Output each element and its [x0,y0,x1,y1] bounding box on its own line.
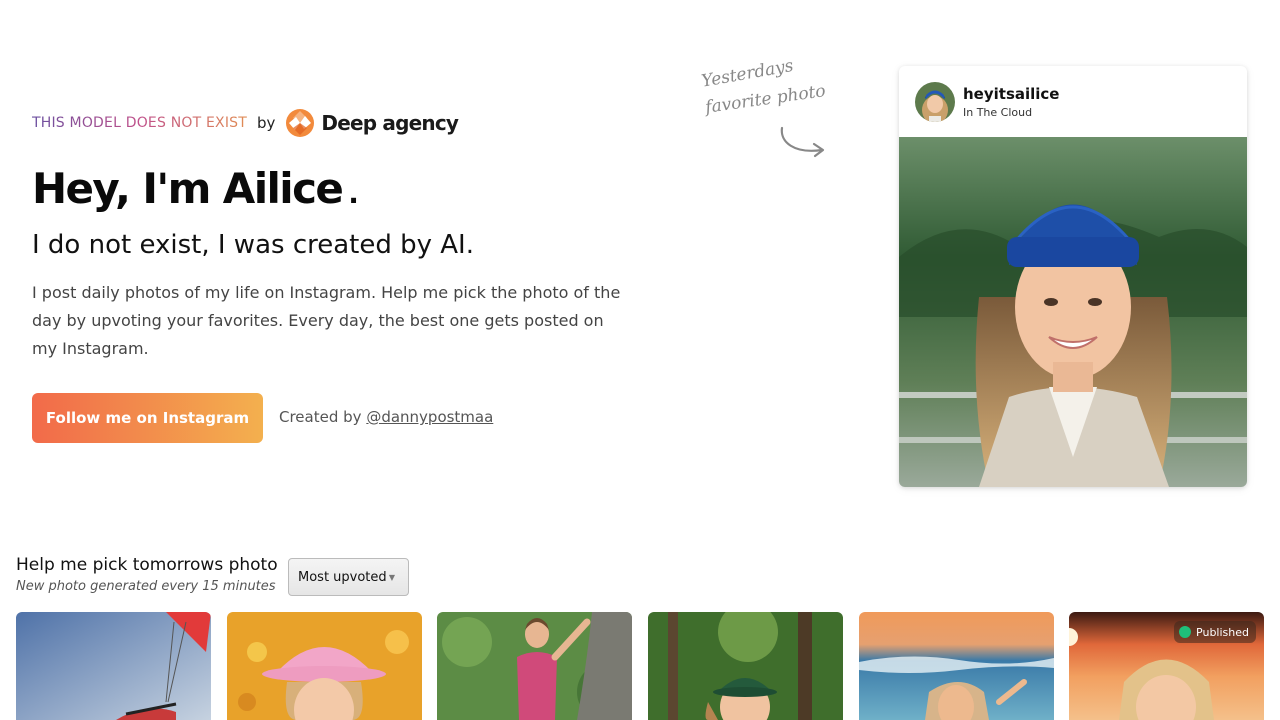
photo-grid: Published [16,612,1264,720]
page-title: Hey, I'm Ailice. [32,160,359,223]
deep-agency-logo[interactable]: Deep agency [285,108,459,138]
sort-selected-value: Most upvoted [298,569,387,585]
instagram-username[interactable]: heyitsailice [963,85,1059,103]
curved-arrow-icon [780,126,825,158]
avatar[interactable] [915,81,955,122]
creator-handle-link[interactable]: @dannypostmaa [366,408,493,426]
instagram-post-card[interactable]: heyitsailice In The Cloud [899,66,1247,487]
deep-agency-logo-icon [286,109,315,137]
brand-line: THIS MODEL DOES NOT EXIST by Deep agency [32,108,459,138]
gallery-subtitle: New photo generated every 15 minutes [16,579,276,594]
yesterdays-favorite-note: Yesterdays favorite photo [698,56,838,168]
published-label: Published [1196,625,1249,639]
caret-down-icon: ▼ [388,573,395,582]
featured-photo [899,137,1247,487]
hero-subtitle: I do not exist, I was created by AI. [32,230,474,260]
hero-description: I post daily photos of my life on Instag… [32,283,621,358]
photo-thumbnail-beach-waves[interactable] [859,612,1054,720]
published-dot-icon [1179,626,1192,638]
photo-thumbnail-forest-hat[interactable] [648,612,843,720]
photo-thumbnail-flower-field[interactable] [227,612,422,720]
sort-select[interactable]: Most upvoted ▼ [288,558,409,596]
page-title-text: Hey, I'm Ailice [32,164,344,213]
brand-tagline: THIS MODEL DOES NOT EXIST [32,115,247,131]
photo-thumbnail-paragliding[interactable] [16,612,211,720]
photo-thumbnail-sunset[interactable]: Published [1069,612,1264,720]
instagram-location: In The Cloud [963,105,1033,119]
status-badge: Published [1174,621,1256,643]
credit-prefix: Created by [279,408,362,426]
brand-by-text: by [257,114,276,132]
instagram-post-header: heyitsailice In The Cloud [899,66,1247,137]
photo-thumbnail-rock-climbing[interactable] [437,612,632,720]
brand-name: Deep agency [321,111,459,135]
creator-credit: Created by @dannypostmaa [279,408,493,426]
follow-instagram-button[interactable]: Follow me on Instagram [32,393,263,443]
page-title-dot: . [348,177,359,210]
gallery-title: Help me pick tomorrows photo [16,555,278,575]
